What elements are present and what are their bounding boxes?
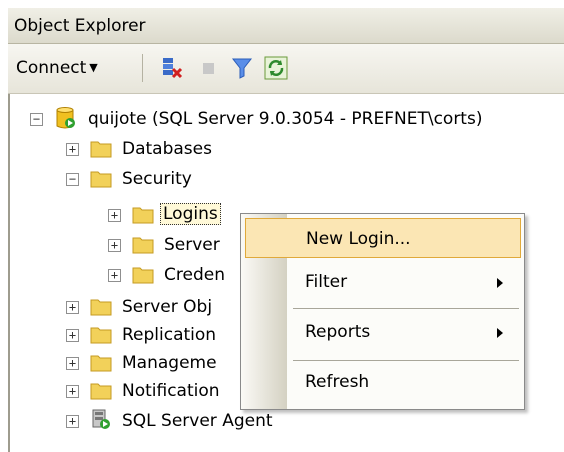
menu-item-label: New Login... [306,229,411,249]
submenu-arrow-icon [497,328,503,338]
folder-icon [132,237,154,254]
tree-node-label: Server Obj [122,297,213,317]
collapse-icon[interactable]: − [66,173,79,186]
expand-icon[interactable]: + [108,239,121,252]
tree-node-label: Manageme [122,353,217,373]
folder-icon [90,141,112,158]
object-explorer-toolbar: Connect ▼ [8,44,564,94]
folder-open-icon [90,171,112,188]
collapse-icon[interactable]: − [30,113,43,126]
expand-icon[interactable]: + [108,209,121,222]
tree-node-label: Security [122,169,192,189]
connect-button[interactable]: Connect ▼ [16,58,98,78]
folder-icon [90,327,112,344]
menu-item-label: Filter [305,272,348,292]
tree-node-label: Creden [164,265,225,285]
menu-item-refresh[interactable]: Refresh [245,362,521,402]
tree-node-label-selected: Logins [160,203,221,225]
expand-icon[interactable]: + [66,301,79,314]
expand-icon[interactable]: + [66,357,79,370]
menu-item-filter[interactable]: Filter [245,262,521,302]
filter-icon[interactable] [230,56,254,80]
panel-title: Object Explorer [14,16,146,36]
tree-node-label: SQL Server Agent [122,411,273,431]
chevron-down-icon[interactable]: ▼ [89,61,97,74]
object-explorer-titlebar: Object Explorer [8,8,564,44]
disconnect-icon[interactable] [160,56,184,80]
menu-item-new-login[interactable]: New Login... [245,218,521,258]
folder-icon [132,267,154,284]
connect-label: Connect [16,58,87,78]
folder-icon [132,207,154,224]
menu-item-label: Reports [305,322,371,342]
folder-icon [90,299,112,316]
expand-icon[interactable]: + [66,143,79,156]
expand-icon[interactable]: + [66,415,79,428]
menu-item-reports[interactable]: Reports [245,312,521,352]
tree-node-label: Notification [122,381,220,401]
submenu-arrow-icon [497,278,503,288]
tree-node-label: Databases [122,139,212,159]
menu-separator [293,308,519,309]
server-icon [56,107,75,129]
tree-node-label: Server [164,235,220,255]
context-menu: New Login... Filter Reports Refresh [240,213,525,410]
tree-node-label: Replication [122,325,217,345]
expand-icon[interactable]: + [66,385,79,398]
folder-icon [90,355,112,372]
toolbar-separator [142,54,143,82]
refresh-icon[interactable] [264,56,288,80]
folder-icon [90,383,112,400]
tree-node-label: quijote (SQL Server 9.0.3054 - PREFNET\c… [88,109,483,129]
expand-icon[interactable]: + [108,269,121,282]
sql-agent-icon [92,409,110,429]
menu-item-label: Refresh [305,372,370,392]
stop-icon[interactable] [196,56,220,80]
expand-icon[interactable]: + [66,329,79,342]
menu-separator [293,360,519,361]
